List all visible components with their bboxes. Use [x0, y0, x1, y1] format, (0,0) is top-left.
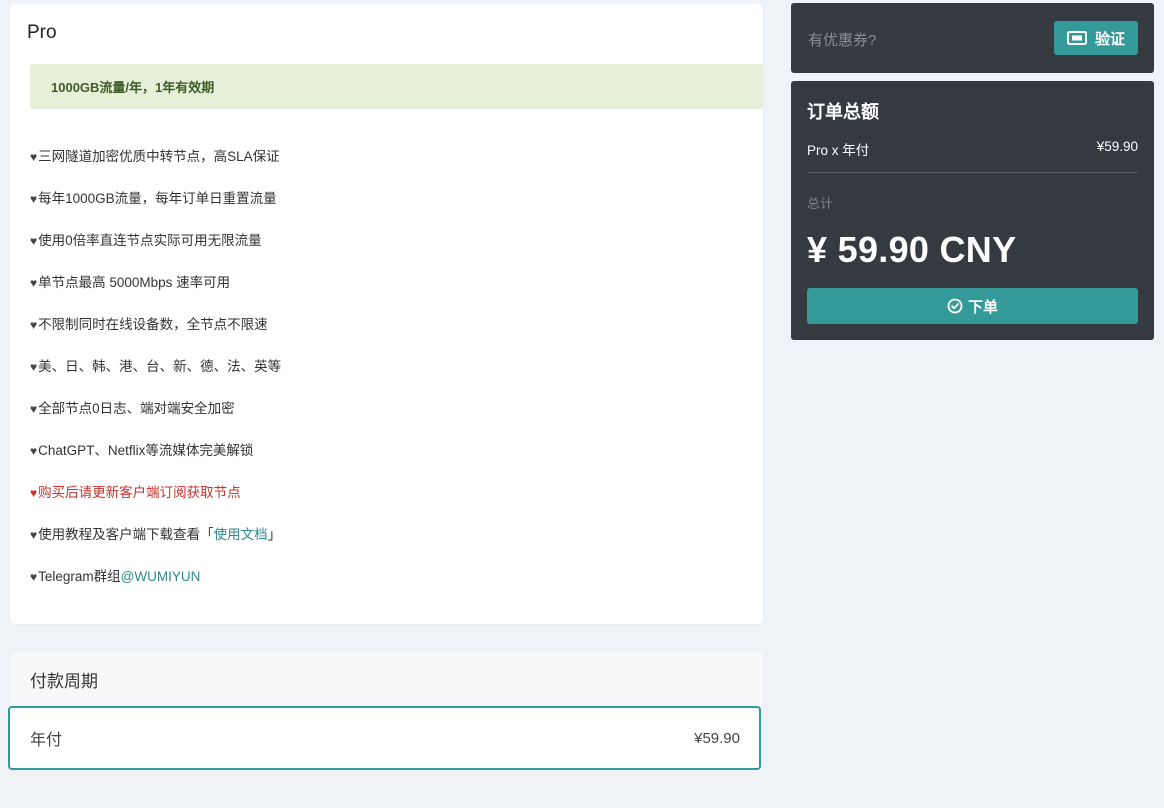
plan-card: Pro 1000GB流量/年，1年有效期 ♥ 三网隧道加密优质中转节点，高SLA保…: [10, 4, 763, 624]
feature-item: ♥ Telegram群组@WUMIYUN: [30, 567, 281, 609]
plan-title: Pro: [27, 22, 57, 43]
feature-item: ♥ 单节点最高 5000Mbps 速率可用: [30, 273, 281, 315]
feature-item: ♥ 使用教程及客户端下载查看「使用文档」: [30, 525, 281, 567]
heart-icon: ♥: [30, 486, 38, 500]
feature-item: ♥ 三网隧道加密优质中转节点，高SLA保证: [30, 147, 281, 189]
heart-icon: ♥: [30, 570, 38, 584]
plan-alert-text: 1000GB流量/年，1年有效期: [51, 80, 215, 95]
coupon-input[interactable]: 有优惠券?: [808, 29, 876, 50]
docs-link[interactable]: 使用文档: [214, 527, 268, 542]
feature-item: ♥ 美、日、韩、港、台、新、德、法、英等: [30, 357, 281, 399]
heart-icon: ♥: [30, 360, 38, 374]
heart-icon: ♥: [30, 150, 38, 164]
order-title: 订单总额: [807, 102, 879, 122]
coupon-card: 有优惠券? 验证: [791, 3, 1154, 73]
heart-icon: ♥: [30, 402, 38, 416]
order-line-item: Pro x 年付 ¥59.90: [807, 139, 1138, 159]
place-order-button[interactable]: 下单: [807, 288, 1138, 324]
check-circle-icon: [947, 298, 963, 314]
feature-item: ♥ 每年1000GB流量，每年订单日重置流量: [30, 189, 281, 231]
feature-item: ♥ ChatGPT、Netflix等流媒体完美解锁: [30, 441, 281, 483]
feature-item-warning: ♥ 购买后请更新客户端订阅获取节点: [30, 483, 281, 525]
total-label: 总计: [807, 196, 834, 211]
feature-list: ♥ 三网隧道加密优质中转节点，高SLA保证 ♥ 每年1000GB流量，每年订单日重置…: [30, 147, 281, 609]
verify-button[interactable]: 验证: [1054, 21, 1138, 55]
plan-alert: 1000GB流量/年，1年有效期: [30, 64, 763, 109]
feature-item: ♥ 不限制同时在线设备数，全节点不限速: [30, 315, 281, 357]
feature-item: ♥ 全部节点0日志、端对端安全加密: [30, 399, 281, 441]
order-summary-card: 订单总额 Pro x 年付 ¥59.90 总计 ¥ 59.90 CNY 下单: [791, 81, 1154, 340]
order-line-item-price: ¥59.90: [1096, 139, 1138, 154]
heart-icon: ♥: [30, 234, 38, 248]
divider: [807, 172, 1138, 173]
heart-icon: ♥: [30, 528, 38, 542]
verify-button-label: 验证: [1094, 30, 1125, 48]
order-line-item-name: Pro x 年付: [807, 143, 870, 158]
period-option-name: 年付: [30, 732, 63, 749]
feature-item: ♥ 使用0倍率直连节点实际可用无限流量: [30, 231, 281, 273]
payment-period-card: 付款周期 年付 ¥59.90: [8, 652, 763, 774]
heart-icon: ♥: [30, 318, 38, 332]
heart-icon: ♥: [30, 276, 38, 290]
telegram-link[interactable]: @WUMIYUN: [121, 569, 201, 584]
period-option-yearly[interactable]: 年付 ¥59.90: [8, 706, 761, 770]
heart-icon: ♥: [30, 444, 38, 458]
place-order-button-label: 下单: [967, 298, 998, 316]
total-amount: ¥ 59.90 CNY: [807, 229, 1017, 270]
left-column: Pro 1000GB流量/年，1年有效期 ♥ 三网隧道加密优质中转节点，高SLA保…: [8, 0, 763, 770]
period-option-price: ¥59.90: [694, 729, 740, 747]
heart-icon: ♥: [30, 192, 38, 206]
payment-period-header: 付款周期: [10, 652, 763, 706]
payment-period-title: 付款周期: [30, 671, 98, 691]
ticket-icon: [1066, 31, 1087, 45]
